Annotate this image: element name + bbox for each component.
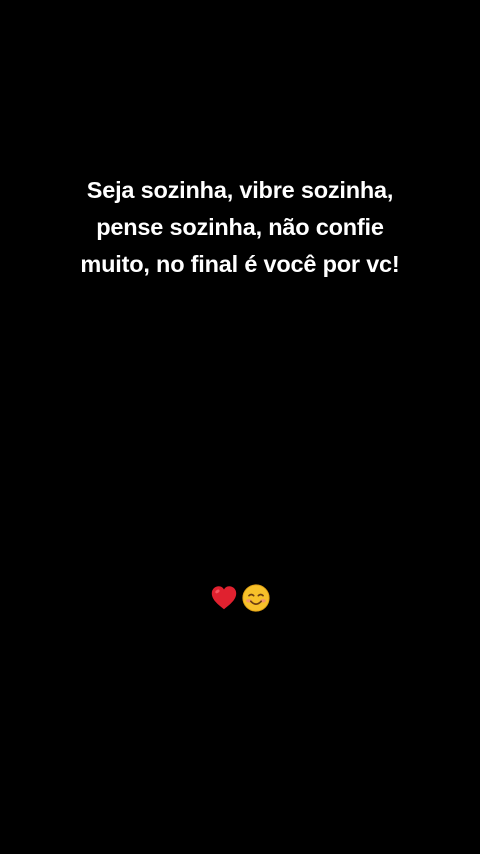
smiling-face-icon — [241, 583, 271, 613]
video-frame: Seja sozinha, vibre sozinha, pense sozin… — [0, 0, 480, 854]
caption-line-2: pense sozinha, não confie — [96, 214, 384, 240]
caption-text: Seja sozinha, vibre sozinha, pense sozin… — [40, 172, 440, 283]
caption-line-1: Seja sozinha, vibre sozinha, — [86, 177, 394, 203]
caption-line-3: muito, no final é você por vc! — [80, 251, 400, 277]
emoji-row — [0, 578, 480, 618]
red-heart-icon — [209, 583, 239, 613]
